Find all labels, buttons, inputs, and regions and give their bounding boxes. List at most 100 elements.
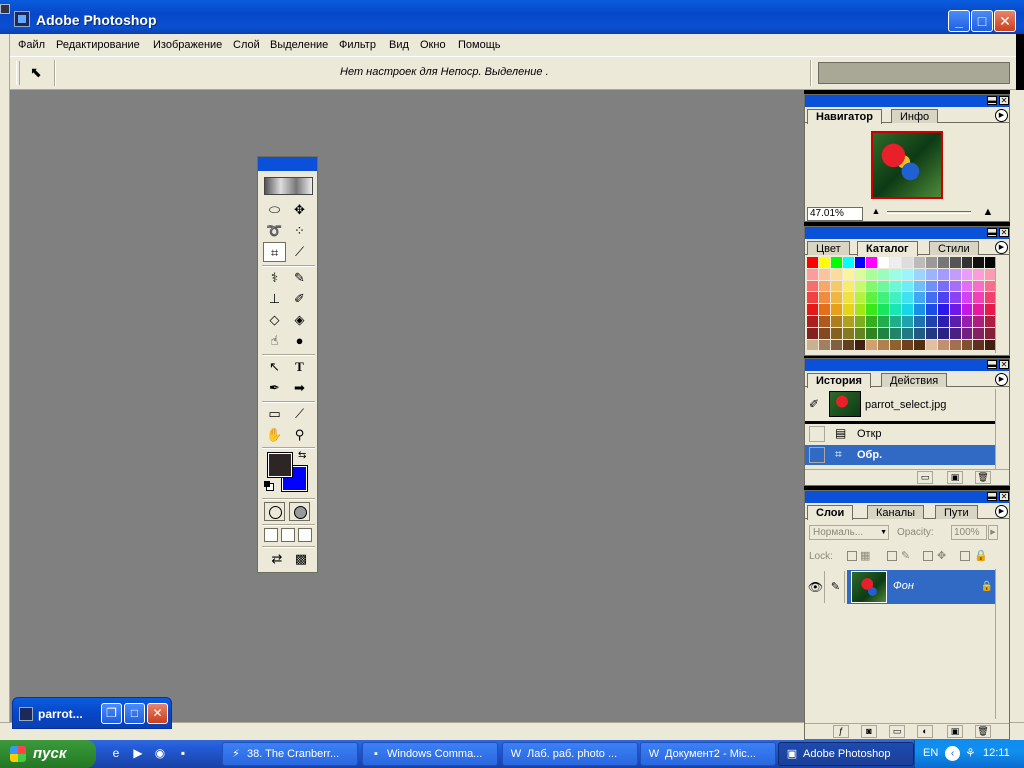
- color-swatch[interactable]: [961, 304, 974, 316]
- color-swatch[interactable]: [854, 339, 867, 352]
- color-swatch[interactable]: [925, 292, 938, 305]
- screen-mode-standard-button[interactable]: [264, 528, 278, 542]
- layer-style-icon[interactable]: ƒ: [833, 725, 849, 738]
- screen-mode-full-button[interactable]: [298, 528, 312, 542]
- color-swatch[interactable]: [807, 257, 819, 269]
- tab-channels[interactable]: Каналы: [867, 505, 925, 519]
- start-button[interactable]: пуск: [0, 740, 96, 768]
- color-swatch[interactable]: [914, 280, 926, 293]
- color-swatch[interactable]: [842, 268, 855, 281]
- task-lab-work[interactable]: W Лаб. раб. photo ...: [502, 742, 638, 766]
- tab-paths[interactable]: Пути: [935, 505, 978, 519]
- clone-stamp-tool-icon[interactable]: ⊥: [263, 289, 286, 309]
- task-document2[interactable]: W Документ2 - Mic...: [640, 742, 776, 766]
- color-swatch[interactable]: [914, 292, 926, 305]
- zoom-tool-icon[interactable]: ⚲: [288, 425, 311, 445]
- color-swatch[interactable]: [807, 280, 819, 293]
- maximize-button[interactable]: □: [971, 10, 993, 32]
- color-swatch[interactable]: [890, 292, 903, 305]
- brush-tool-icon[interactable]: ✎: [288, 268, 311, 288]
- color-swatch[interactable]: [902, 292, 915, 305]
- color-swatch[interactable]: [842, 315, 855, 328]
- color-swatch[interactable]: [878, 257, 891, 269]
- menu-view[interactable]: Вид: [389, 39, 409, 51]
- color-swatch[interactable]: [890, 257, 903, 269]
- tab-layers[interactable]: Слои: [807, 505, 854, 520]
- foreground-color-swatch[interactable]: [267, 452, 293, 478]
- color-swatch[interactable]: [949, 315, 962, 328]
- color-swatch[interactable]: [914, 315, 926, 328]
- color-swatch[interactable]: [818, 315, 831, 328]
- palette-menu-button[interactable]: ▶: [995, 373, 1008, 386]
- color-swatch[interactable]: [914, 327, 926, 340]
- lock-position-checkbox[interactable]: [923, 551, 933, 561]
- menu-help[interactable]: Помощь: [458, 39, 501, 51]
- history-step-crop[interactable]: ⌗ Обр.: [805, 445, 997, 465]
- photoshop-app-icon[interactable]: [14, 11, 30, 27]
- color-swatch[interactable]: [866, 327, 879, 340]
- color-swatch[interactable]: [890, 339, 903, 352]
- color-swatch[interactable]: [949, 304, 962, 316]
- task-photoshop[interactable]: ▣ Adobe Photoshop: [778, 742, 914, 766]
- color-swatch[interactable]: [807, 339, 819, 352]
- palette-menu-button[interactable]: ▶: [995, 505, 1008, 518]
- tab-color[interactable]: Цвет: [807, 241, 850, 255]
- palette-close-button[interactable]: ✕: [999, 360, 1009, 369]
- color-swatch[interactable]: [866, 257, 879, 269]
- color-swatch[interactable]: [937, 257, 950, 269]
- color-swatch[interactable]: [890, 268, 903, 281]
- menu-file[interactable]: Файл: [18, 39, 45, 51]
- tab-navigator[interactable]: Навигатор: [807, 109, 882, 124]
- color-swatch[interactable]: [937, 280, 950, 293]
- lasso-tool-icon[interactable]: ➰: [263, 221, 286, 241]
- ie-icon[interactable]: e: [108, 745, 124, 761]
- palette-menu-button[interactable]: ▶: [995, 241, 1008, 254]
- color-swatch[interactable]: [878, 280, 891, 293]
- color-swatch[interactable]: [866, 315, 879, 328]
- color-swatch[interactable]: [842, 327, 855, 340]
- path-selection-tool-icon[interactable]: ↖: [263, 357, 286, 377]
- color-swatch[interactable]: [925, 327, 938, 340]
- winamp-quicklaunch-icon[interactable]: ◉: [152, 745, 168, 761]
- color-swatch[interactable]: [818, 339, 831, 352]
- color-swatch[interactable]: [830, 327, 843, 340]
- color-swatch[interactable]: [854, 257, 867, 269]
- media-player-icon[interactable]: ▶: [130, 745, 146, 761]
- layers-title-bar[interactable]: ▬ ✕: [805, 491, 1009, 503]
- color-swatch[interactable]: [807, 268, 819, 281]
- new-document-from-state-icon[interactable]: ▭: [917, 471, 933, 484]
- paint-bucket-tool-icon[interactable]: ◈: [288, 310, 311, 330]
- marquee-tool-icon[interactable]: ⬭: [263, 200, 286, 220]
- menu-image[interactable]: Изображение: [153, 39, 222, 51]
- color-swatch[interactable]: [914, 257, 926, 269]
- magic-wand-tool-icon[interactable]: ⁘: [288, 221, 311, 241]
- menu-filter[interactable]: Фильтр: [339, 39, 376, 51]
- restore-button[interactable]: ❐: [101, 703, 122, 724]
- snapshot-name[interactable]: parrot_select.jpg: [865, 399, 946, 411]
- color-swatch[interactable]: [973, 339, 986, 352]
- color-swatch[interactable]: [866, 339, 879, 352]
- tab-actions[interactable]: Действия: [881, 373, 948, 387]
- color-swatch[interactable]: [878, 292, 891, 305]
- lock-image-checkbox[interactable]: [887, 551, 897, 561]
- swatches-title-bar[interactable]: ▬ ✕: [805, 227, 1009, 239]
- color-swatch[interactable]: [818, 257, 831, 269]
- photoshop-eye-logo[interactable]: [264, 177, 313, 195]
- delete-state-icon[interactable]: 🗑: [975, 471, 991, 484]
- color-swatch[interactable]: [973, 257, 986, 269]
- options-bar-grip[interactable]: [16, 61, 20, 85]
- lock-transparency-checkbox[interactable]: [847, 551, 857, 561]
- color-swatch[interactable]: [807, 327, 819, 340]
- color-swatch[interactable]: [902, 327, 915, 340]
- history-brush-tool-icon[interactable]: ✐: [288, 289, 311, 309]
- color-swatch[interactable]: [961, 339, 974, 352]
- color-swatch[interactable]: [937, 292, 950, 305]
- color-swatch[interactable]: [973, 292, 986, 305]
- palette-menu-button[interactable]: ▶: [995, 109, 1008, 122]
- navigator-title-bar[interactable]: ▬ ✕: [805, 95, 1009, 107]
- color-swatch[interactable]: [818, 280, 831, 293]
- new-snapshot-icon[interactable]: ▣: [947, 471, 963, 484]
- color-swatch[interactable]: [902, 304, 915, 316]
- zoom-out-icon[interactable]: ▲: [867, 206, 885, 220]
- color-swatch[interactable]: [830, 315, 843, 328]
